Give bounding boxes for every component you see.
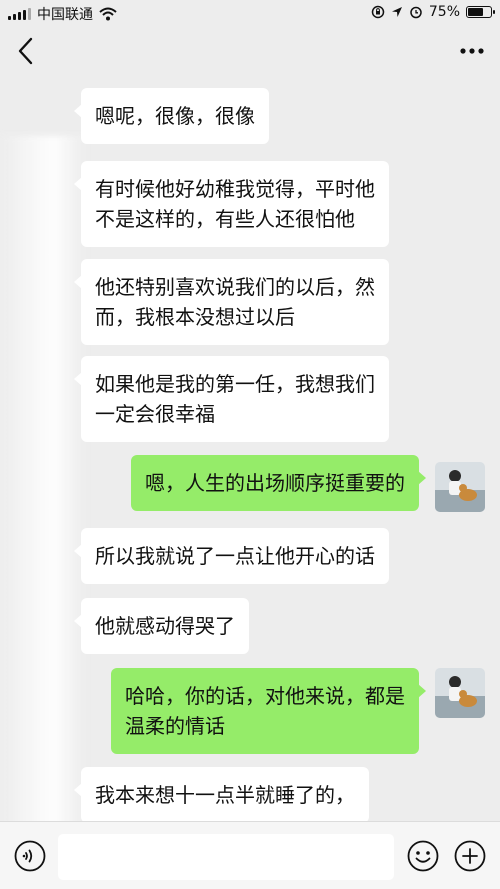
- message-input[interactable]: [58, 834, 394, 880]
- message-bubble-received[interactable]: 如果他是我的第一任，我想我们 一定会很幸福: [74, 356, 389, 442]
- status-bar: 中国联通 75%: [0, 0, 500, 26]
- wifi-icon: [99, 7, 117, 21]
- location-icon: [391, 7, 402, 17]
- carrier-name: 中国联通: [37, 7, 93, 23]
- alarm-icon: [410, 6, 422, 19]
- chat-nav-bar: [0, 26, 500, 76]
- message-bubble-received[interactable]: 所以我就说了一点让他开心的话: [74, 528, 389, 584]
- avatar-image: [435, 668, 485, 718]
- chevron-left-icon[interactable]: [14, 36, 38, 66]
- message-bubble-received[interactable]: 我本来想十一点半就睡了的，: [74, 767, 369, 821]
- avatar-image: [435, 462, 485, 512]
- battery-percent: 75%: [428, 4, 460, 20]
- plus-icon[interactable]: [454, 840, 486, 872]
- message-bubble-received[interactable]: 嗯呢，很像，很像: [74, 88, 269, 144]
- message-bubble-sent[interactable]: 哈哈，你的话，对他来说，都是 温柔的情话: [111, 668, 426, 754]
- emoji-icon[interactable]: [407, 840, 439, 872]
- voice-icon[interactable]: [14, 840, 46, 872]
- message-bubble-sent[interactable]: 嗯，人生的出场顺序挺重要的: [131, 455, 426, 511]
- message-list[interactable]: 嗯呢，很像，很像 有时候他好幼稚我觉得，平时他 不是这样的，有些人还很怕他 他还…: [0, 76, 500, 821]
- message-input-bar: [0, 821, 500, 889]
- battery-icon: [466, 6, 495, 18]
- signal-icon: [8, 8, 31, 20]
- more-dots-icon[interactable]: [460, 44, 484, 58]
- message-bubble-received[interactable]: 有时候他好幼稚我觉得，平时他 不是这样的，有些人还很怕他: [74, 161, 389, 247]
- avatar[interactable]: [435, 668, 485, 718]
- battery-level: [468, 8, 483, 16]
- message-bubble-received[interactable]: 他还特别喜欢说我们的以后，然 而，我根本没想过以后: [74, 259, 389, 345]
- blurred-avatar-column: [0, 136, 85, 821]
- rotation-lock-icon: [371, 5, 385, 19]
- avatar[interactable]: [435, 462, 485, 512]
- message-bubble-received[interactable]: 他就感动得哭了: [74, 598, 249, 654]
